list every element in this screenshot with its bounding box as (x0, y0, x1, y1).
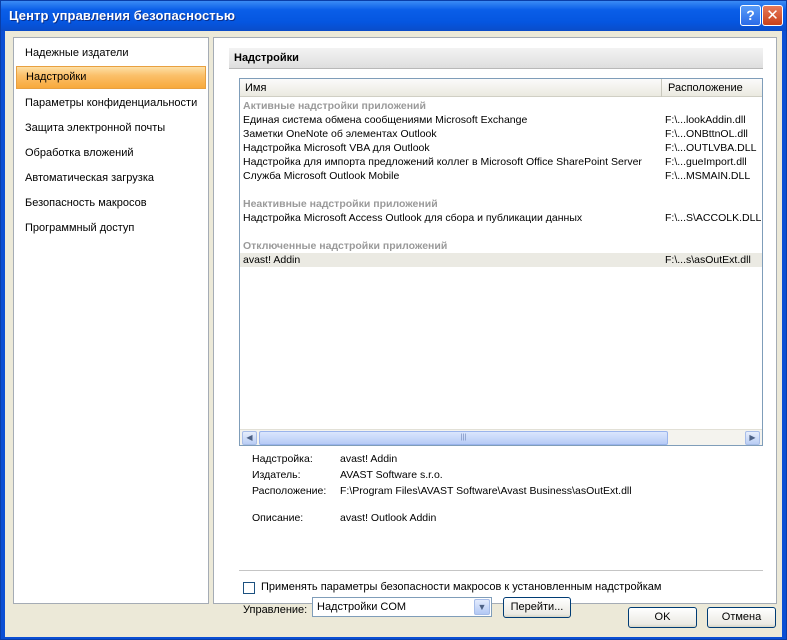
scroll-left-arrow-icon[interactable]: ◀ (242, 431, 257, 445)
group-header-inactive: Неактивные надстройки приложений (240, 197, 762, 211)
list-item[interactable]: Надстройка Microsoft Access Outlook для … (240, 211, 762, 225)
title-bar[interactable]: Центр управления безопасностью ? ✕ (1, 1, 786, 31)
divider (239, 570, 763, 571)
horizontal-scrollbar[interactable]: ◀ ||| ▶ (240, 429, 762, 445)
detail-label: Надстройка: (252, 453, 313, 465)
list-item[interactable]: Служба Microsoft Outlook Mobile F:\...MS… (240, 169, 762, 183)
addin-location: F:\...lookAddin.dll (665, 114, 746, 126)
addin-location: F:\...s\asOutExt.dll (665, 254, 751, 266)
apply-macro-security-label[interactable]: Применять параметры безопасности макросо… (261, 581, 661, 593)
category-nav: Надежные издатели Надстройки Параметры к… (13, 37, 209, 604)
list-item-selected[interactable]: avast! Addin F:\...s\asOutExt.dll (240, 253, 762, 267)
addin-location: F:\...MSMAIN.DLL (665, 170, 751, 182)
scroll-right-arrow-icon[interactable]: ▶ (745, 431, 760, 445)
addins-panel: Надстройки Имя Расположение Активные над… (213, 37, 777, 618)
list-item[interactable]: Заметки OneNote об элементах Outlook F:\… (240, 127, 762, 141)
detail-value: avast! Addin (340, 453, 398, 465)
manage-label: Управление: (243, 604, 308, 616)
column-header-name[interactable]: Имя (240, 79, 662, 97)
nav-item-trusted-publishers[interactable]: Надежные издатели (16, 42, 206, 65)
nav-item-addins[interactable]: Надстройки (16, 66, 206, 89)
addin-name: avast! Addin (243, 254, 301, 266)
addin-location: F:\...OUTLVBA.DLL (665, 142, 757, 154)
addin-location: F:\...ONBttnOL.dll (665, 128, 748, 140)
addin-name: Заметки OneNote об элементах Outlook (243, 128, 437, 140)
addins-list[interactable]: Имя Расположение Активные надстройки при… (239, 78, 763, 446)
apply-macro-security-checkbox[interactable] (243, 582, 255, 594)
addin-details: Надстройка: avast! Addin Издатель: AVAST… (252, 452, 762, 552)
nav-item-attachment-handling[interactable]: Обработка вложений (16, 142, 206, 165)
nav-item-automatic-download[interactable]: Автоматическая загрузка (16, 167, 206, 190)
trust-center-window: Центр управления безопасностью ? ✕ Надеж… (0, 0, 787, 640)
detail-value: AVAST Software s.r.o. (340, 469, 443, 481)
group-title: Отключенные надстройки приложений (243, 240, 448, 252)
list-header: Имя Расположение (240, 79, 762, 97)
addin-name: Надстройка Microsoft Access Outlook для … (243, 212, 583, 224)
section-header: Надстройки (229, 48, 763, 69)
detail-label: Описание: (252, 512, 304, 524)
group-header-disabled: Отключенные надстройки приложений (240, 239, 762, 253)
dialog-client: Надежные издатели Надстройки Параметры к… (5, 31, 782, 637)
window-title: Центр управления безопасностью (9, 8, 236, 23)
ok-button[interactable]: OK (628, 607, 697, 628)
list-item[interactable]: Надстройка для импорта предложений колле… (240, 155, 762, 169)
nav-item-privacy-options[interactable]: Параметры конфиденциальности (16, 92, 206, 115)
help-button[interactable]: ? (740, 5, 761, 26)
chevron-down-icon[interactable]: ▼ (474, 599, 490, 615)
cancel-button[interactable]: Отмена (707, 607, 776, 628)
nav-item-programmatic-access[interactable]: Программный доступ (16, 217, 206, 240)
group-title: Активные надстройки приложений (243, 100, 426, 112)
manage-select-value: Надстройки COM (317, 601, 407, 613)
list-item[interactable]: Надстройка Microsoft VBA для Outlook F:\… (240, 141, 762, 155)
nav-item-email-security[interactable]: Защита электронной почты (16, 117, 206, 140)
column-header-location[interactable]: Расположение (663, 79, 762, 97)
go-button[interactable]: Перейти... (503, 597, 571, 618)
detail-label: Расположение: (252, 485, 327, 497)
addin-name: Единая система обмена сообщениями Micros… (243, 114, 528, 126)
close-button[interactable]: ✕ (762, 5, 783, 26)
addin-location: F:\...S\ACCOLK.DLL (665, 212, 762, 224)
detail-value: F:\Program Files\AVAST Software\Avast Bu… (340, 485, 632, 497)
group-title: Неактивные надстройки приложений (243, 198, 438, 210)
manage-select[interactable]: Надстройки COM ▼ (312, 597, 492, 617)
nav-item-macro-security[interactable]: Безопасность макросов (16, 192, 206, 215)
group-header-active: Активные надстройки приложений (240, 99, 762, 113)
detail-label: Издатель: (252, 469, 301, 481)
list-item[interactable]: Единая система обмена сообщениями Micros… (240, 113, 762, 127)
addin-location: F:\...gueImport.dll (665, 156, 747, 168)
addin-name: Надстройка Microsoft VBA для Outlook (243, 142, 430, 154)
addin-name: Надстройка для импорта предложений колле… (243, 156, 642, 168)
scroll-thumb[interactable]: ||| (259, 431, 668, 445)
addin-name: Служба Microsoft Outlook Mobile (243, 170, 400, 182)
detail-value: avast! Outlook Addin (340, 512, 437, 524)
